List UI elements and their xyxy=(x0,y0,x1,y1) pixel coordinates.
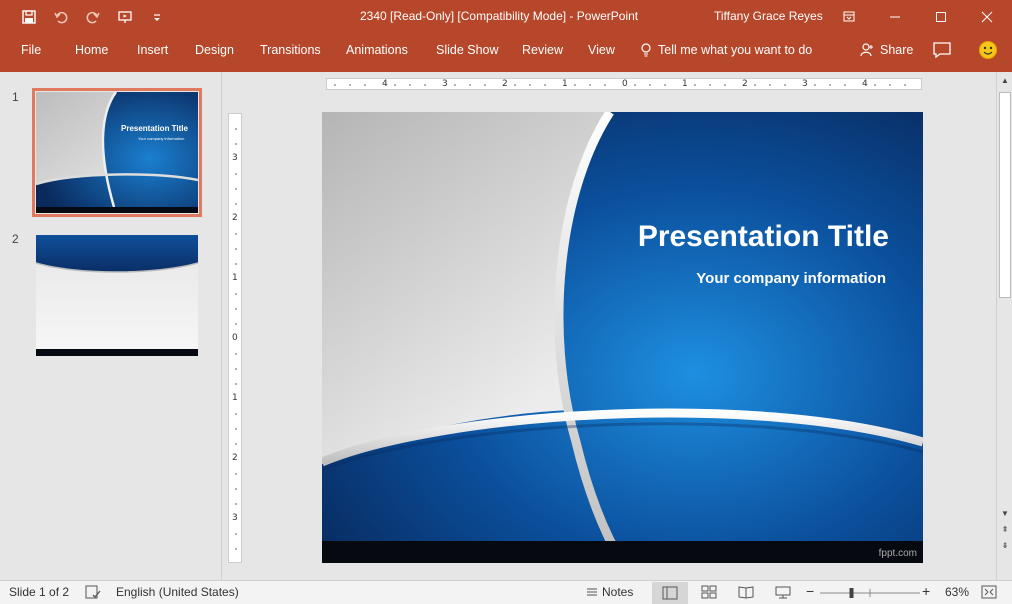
ruler-label: 0 xyxy=(622,79,628,89)
thumbnail-1-subtitle: Your company information xyxy=(138,136,185,141)
ruler-label: 4 xyxy=(382,79,388,89)
undo-icon[interactable] xyxy=(50,6,72,28)
ruler-label: 2 xyxy=(502,79,508,89)
tab-review[interactable]: Review xyxy=(522,43,563,57)
zoom-out-icon[interactable]: − xyxy=(806,583,814,599)
ruler-label: 3 xyxy=(232,153,238,163)
ruler-label: 2 xyxy=(232,213,238,223)
status-bar: Slide 1 of 2 English (United States) Not… xyxy=(0,580,1012,604)
quick-access-toolbar xyxy=(18,6,168,28)
present-icon[interactable] xyxy=(114,6,136,28)
ribbon-display-options-button[interactable] xyxy=(826,0,872,34)
notes-icon xyxy=(587,588,597,596)
ruler-label: 2 xyxy=(742,79,748,89)
slide-thumbnails-pane: 1 Presentation Title Your company inform… xyxy=(0,72,222,580)
slide-subtitle[interactable]: Your company information xyxy=(696,270,886,287)
zoom-slider-thumb[interactable] xyxy=(849,588,854,598)
scroll-down-icon[interactable]: ▼ xyxy=(999,508,1011,520)
normal-view-button[interactable] xyxy=(652,582,688,604)
share-button[interactable]: Share xyxy=(860,43,913,57)
tab-file[interactable]: File xyxy=(21,43,41,57)
vertical-scrollbar[interactable]: ▲ ▼ ⇞ ⇟ xyxy=(996,72,1012,580)
minimize-button[interactable] xyxy=(872,0,918,34)
ruler-label: 4 xyxy=(862,79,868,89)
thumbnail-2-graphic xyxy=(35,235,199,356)
ruler-label: 1 xyxy=(682,79,688,89)
slide-background xyxy=(322,112,923,563)
ribbon-tabs: File Home Insert Design Transitions Anim… xyxy=(0,34,1012,72)
notes-button[interactable]: Notes xyxy=(586,585,633,599)
next-slide-icon[interactable]: ⇟ xyxy=(999,540,1011,552)
thumbnail-1-graphic xyxy=(35,91,199,213)
zoom-slider[interactable] xyxy=(820,587,920,599)
vertical-ruler: 3 2 1 0 1 2 3 xyxy=(228,113,242,563)
ruler-label: 1 xyxy=(232,273,238,283)
previous-slide-icon[interactable]: ⇞ xyxy=(999,524,1011,536)
slide-canvas[interactable]: Presentation Title Your company informat… xyxy=(322,112,923,563)
scroll-up-icon[interactable]: ▲ xyxy=(999,75,1011,87)
close-button[interactable] xyxy=(964,0,1010,34)
fit-slide-icon[interactable] xyxy=(980,584,998,600)
smiley-feedback-icon[interactable] xyxy=(978,40,998,60)
reading-view-icon[interactable] xyxy=(737,584,755,600)
share-person-icon xyxy=(860,43,873,57)
maximize-icon xyxy=(936,12,946,22)
ruler-label: 3 xyxy=(442,79,448,89)
slide-footer-bar xyxy=(322,541,923,563)
ruler-label: 0 xyxy=(232,333,238,343)
user-name[interactable]: Tiffany Grace Reyes xyxy=(714,9,823,23)
tell-me-box[interactable]: Tell me what you want to do xyxy=(640,43,812,57)
ruler-label: 3 xyxy=(802,79,808,89)
maximize-button[interactable] xyxy=(918,0,964,34)
tab-insert[interactable]: Insert xyxy=(137,43,168,57)
slide-sorter-icon[interactable] xyxy=(700,584,718,600)
thumbnail-number: 2 xyxy=(12,232,19,246)
ruler-label: 1 xyxy=(232,393,238,403)
notes-label: Notes xyxy=(602,585,634,599)
share-label: Share xyxy=(880,43,914,57)
tab-home[interactable]: Home xyxy=(75,43,108,57)
tell-me-label: Tell me what you want to do xyxy=(658,43,813,57)
ruler-label: 1 xyxy=(562,79,568,89)
tab-design[interactable]: Design xyxy=(195,43,234,57)
lightbulb-icon xyxy=(641,43,651,57)
comments-icon[interactable] xyxy=(932,40,952,60)
ruler-label: 3 xyxy=(232,513,238,523)
thumbnail-number: 1 xyxy=(12,90,19,104)
ribbon-display-icon xyxy=(843,11,855,22)
tab-slide-show[interactable]: Slide Show xyxy=(436,43,499,57)
tab-view[interactable]: View xyxy=(588,43,615,57)
normal-view-icon xyxy=(662,586,678,600)
scroll-thumb[interactable] xyxy=(999,92,1011,298)
horizontal-ruler: 4 3 2 1 0 1 2 3 4 xyxy=(326,78,922,90)
slide-thumbnail-2[interactable] xyxy=(35,235,199,356)
minimize-icon xyxy=(890,16,900,18)
thumbnail-1-title: Presentation Title xyxy=(121,124,188,133)
ruler-label: 2 xyxy=(232,453,238,463)
save-icon[interactable] xyxy=(18,6,40,28)
spelling-check-icon[interactable] xyxy=(84,584,102,600)
slide-counter[interactable]: Slide 1 of 2 xyxy=(9,585,69,599)
tab-transitions[interactable]: Transitions xyxy=(260,43,321,57)
redo-icon[interactable] xyxy=(82,6,104,28)
language-indicator[interactable]: English (United States) xyxy=(116,585,239,599)
zoom-in-icon[interactable]: + xyxy=(922,583,930,599)
document-title: 2340 [Read-Only] [Compatibility Mode] - … xyxy=(360,9,639,23)
slide-thumbnail-1[interactable]: Presentation Title Your company informat… xyxy=(32,88,202,217)
tab-animations[interactable]: Animations xyxy=(346,43,408,57)
title-bar: 2340 [Read-Only] [Compatibility Mode] - … xyxy=(0,0,1012,34)
close-icon xyxy=(981,11,993,23)
customize-qat-icon[interactable] xyxy=(146,6,168,28)
slide-show-icon[interactable] xyxy=(774,584,792,600)
zoom-percentage[interactable]: 63% xyxy=(945,585,969,599)
slide-footer-text: fppt.com xyxy=(878,548,917,559)
slide-title[interactable]: Presentation Title xyxy=(638,220,889,254)
